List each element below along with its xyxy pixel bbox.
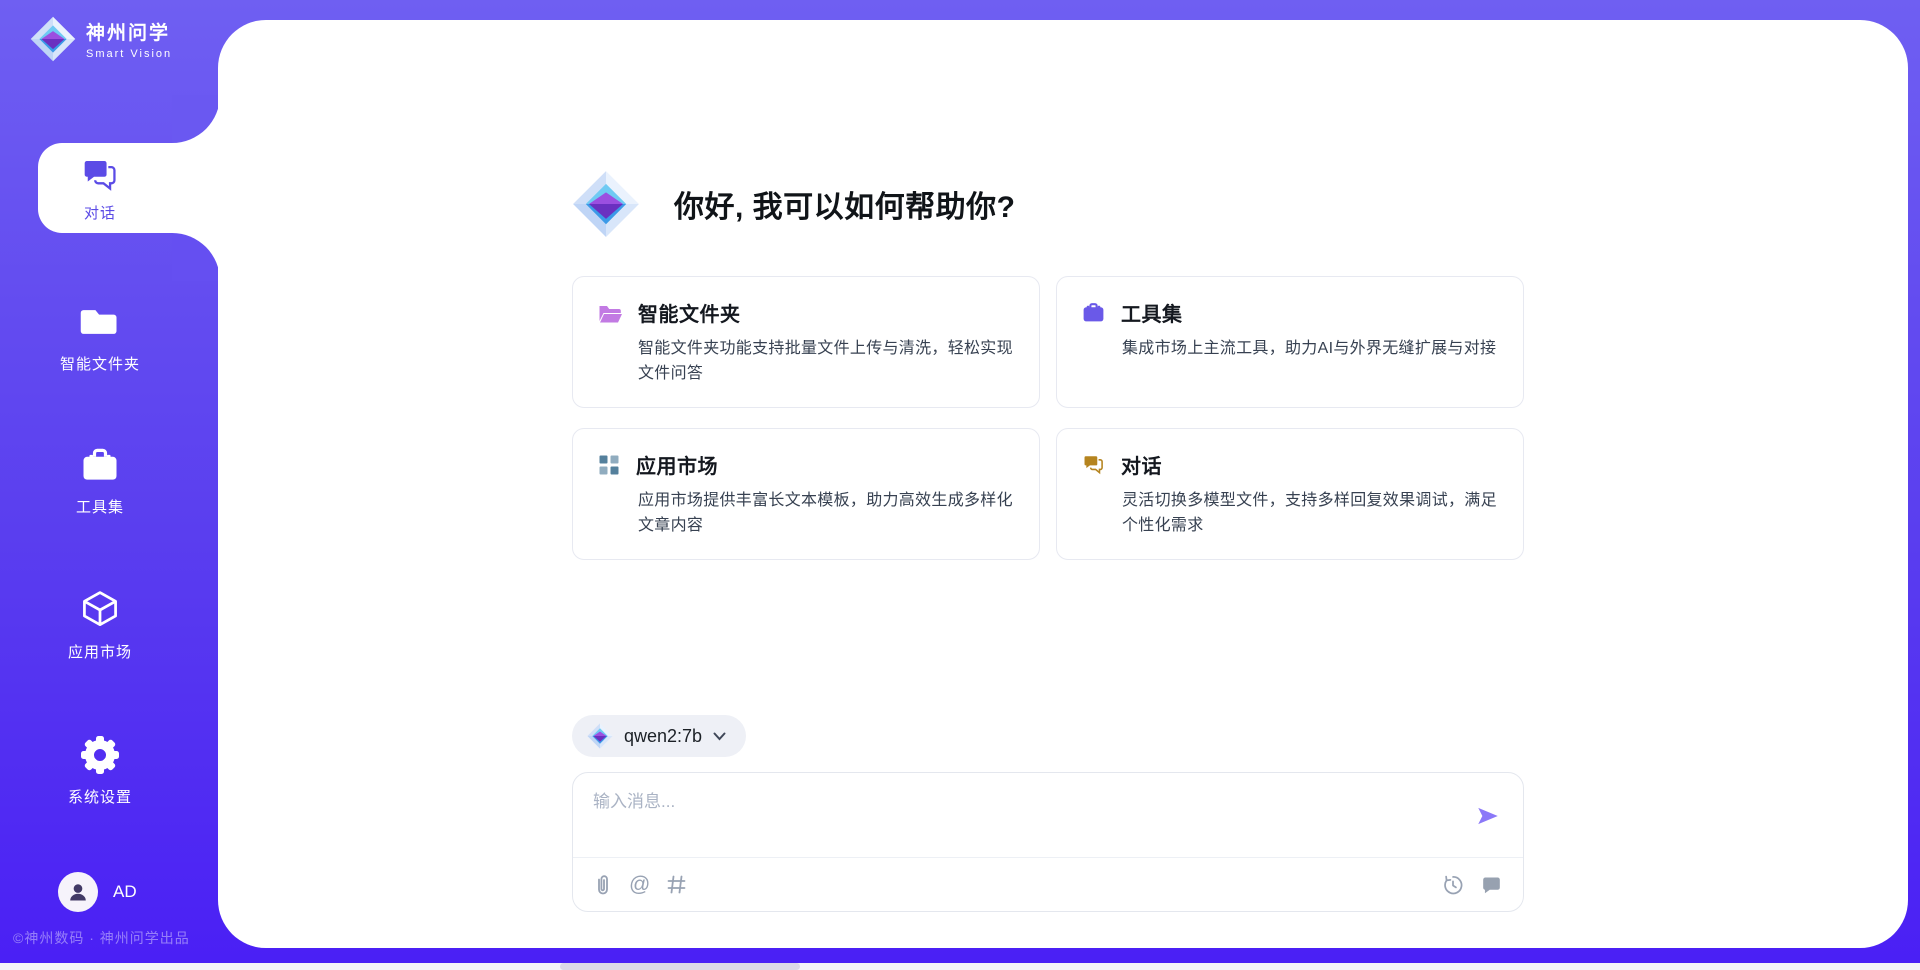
sidebar-item-label: 工具集 bbox=[76, 496, 124, 517]
message-composer: @ bbox=[572, 772, 1524, 912]
grid-icon bbox=[597, 453, 621, 477]
chat-duo-icon bbox=[79, 154, 121, 196]
horizontal-scrollbar-thumb[interactable] bbox=[560, 963, 800, 970]
history-icon[interactable] bbox=[1442, 874, 1464, 896]
avatar-person-icon bbox=[66, 880, 90, 904]
page-background: { "brand": { "name": "神州问学", "subtitle":… bbox=[0, 0, 1920, 970]
card-title: 工具集 bbox=[1121, 298, 1183, 327]
card-title: 应用市场 bbox=[636, 450, 718, 479]
brand-subtitle: Smart Vision bbox=[86, 48, 172, 60]
sidebar-item-label: 智能文件夹 bbox=[60, 353, 140, 374]
folder-icon bbox=[78, 300, 122, 344]
chat-duo-icon bbox=[1081, 452, 1106, 477]
card-description: 灵活切换多模型文件，支持多样回复效果调试，满足个性化需求 bbox=[1122, 488, 1499, 538]
mention-icon[interactable]: @ bbox=[629, 874, 650, 895]
chat-bubble-icon[interactable] bbox=[1481, 874, 1502, 895]
main-panel: 你好, 我可以如何帮助你? 智能文件夹 智能文件夹功能支持批量文件上传与清洗，轻… bbox=[218, 20, 1908, 948]
model-name: qwen2:7b bbox=[624, 726, 702, 747]
card-title: 智能文件夹 bbox=[638, 298, 741, 327]
card-toolset[interactable]: 工具集 集成市场上主流工具，助力AI与外界无缝扩展与对接 bbox=[1056, 276, 1524, 408]
sidebar-item-label: 对话 bbox=[84, 202, 116, 223]
feature-cards: 智能文件夹 智能文件夹功能支持批量文件上传与清洗，轻松实现文件问答 工具集 bbox=[572, 276, 1524, 560]
model-selector[interactable]: qwen2:7b bbox=[572, 715, 746, 757]
sidebar-item-smart-folder[interactable]: 智能文件夹 bbox=[0, 300, 200, 374]
folder-open-icon bbox=[597, 301, 623, 325]
diamond-logo-icon bbox=[587, 723, 613, 749]
gear-icon bbox=[78, 733, 122, 777]
card-chat[interactable]: 对话 灵活切换多模型文件，支持多样回复效果调试，满足个性化需求 bbox=[1056, 428, 1524, 560]
card-title: 对话 bbox=[1121, 450, 1162, 479]
user-profile[interactable]: AD bbox=[58, 872, 137, 912]
briefcase-icon bbox=[1081, 300, 1106, 325]
greeting: 你好, 我可以如何帮助你? bbox=[572, 170, 1016, 238]
card-description: 集成市场上主流工具，助力AI与外界无缝扩展与对接 bbox=[1122, 336, 1499, 361]
tab-curve-bottom bbox=[172, 233, 220, 281]
sidebar: 神州问学 Smart Vision 对话 智能文件夹 工 bbox=[0, 0, 218, 970]
hashtag-icon[interactable] bbox=[667, 875, 686, 894]
sidebar-footer: ©神州数码 · 神州问学出品 bbox=[13, 928, 190, 948]
card-smart-folder[interactable]: 智能文件夹 智能文件夹功能支持批量文件上传与清洗，轻松实现文件问答 bbox=[572, 276, 1040, 408]
card-description: 智能文件夹功能支持批量文件上传与清洗，轻松实现文件问答 bbox=[638, 336, 1015, 386]
briefcase-icon bbox=[78, 443, 122, 487]
sidebar-item-label: 系统设置 bbox=[68, 786, 132, 807]
sidebar-item-label: 应用市场 bbox=[68, 641, 132, 662]
greeting-text: 你好, 我可以如何帮助你? bbox=[674, 182, 1016, 226]
cube-icon bbox=[78, 588, 122, 632]
message-input[interactable] bbox=[593, 787, 1453, 849]
card-app-market[interactable]: 应用市场 应用市场提供丰富长文本模板，助力高效生成多样化文章内容 bbox=[572, 428, 1040, 560]
avatar bbox=[58, 872, 98, 912]
user-name: AD bbox=[113, 882, 137, 902]
tab-curve-top bbox=[172, 95, 220, 143]
chevron-down-icon bbox=[713, 732, 726, 741]
send-icon[interactable] bbox=[1475, 803, 1501, 829]
sidebar-item-toolset[interactable]: 工具集 bbox=[0, 443, 200, 517]
card-description: 应用市场提供丰富长文本模板，助力高效生成多样化文章内容 bbox=[638, 488, 1015, 538]
greeting-logo-diamond-icon bbox=[572, 170, 640, 238]
sidebar-item-app-market[interactable]: 应用市场 bbox=[0, 588, 200, 662]
sidebar-item-chat[interactable]: 对话 bbox=[38, 143, 220, 233]
brand-name: 神州问学 bbox=[86, 18, 172, 45]
attachment-icon[interactable] bbox=[594, 874, 612, 896]
sidebar-item-settings[interactable]: 系统设置 bbox=[0, 733, 200, 807]
brand-logo-diamond-icon bbox=[30, 16, 76, 62]
horizontal-scrollbar[interactable] bbox=[0, 963, 1920, 970]
brand: 神州问学 Smart Vision bbox=[30, 16, 172, 62]
